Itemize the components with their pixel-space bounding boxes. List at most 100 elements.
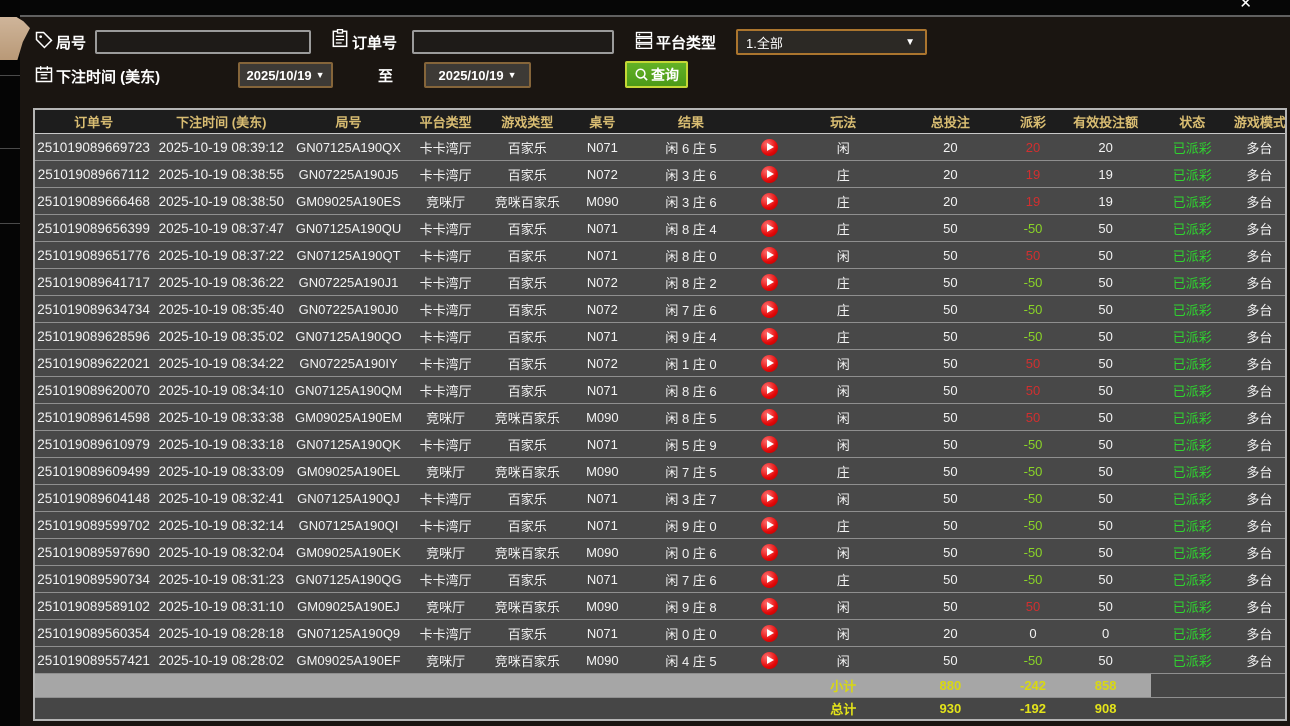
- play-video-icon[interactable]: [761, 382, 778, 399]
- play-video-icon[interactable]: [761, 490, 778, 507]
- play-video-icon[interactable]: [761, 652, 778, 669]
- query-button[interactable]: 查询: [625, 61, 688, 88]
- play-video-icon[interactable]: [761, 409, 778, 426]
- cell-total_bet: 50: [895, 215, 1005, 242]
- play-video-icon[interactable]: [761, 247, 778, 264]
- play-video-icon[interactable]: [761, 463, 778, 480]
- subtotal-spacer-right: [1151, 674, 1286, 698]
- platform-type-select[interactable]: 1.全部 ▼: [736, 29, 927, 55]
- cell-table_no: N072: [570, 296, 635, 323]
- play-video-icon[interactable]: [761, 625, 778, 642]
- play-video-icon[interactable]: [761, 193, 778, 210]
- table-body: 2510190896697232025-10-19 08:39:12GN0712…: [34, 134, 1286, 674]
- play-video-icon[interactable]: [761, 517, 778, 534]
- cell-play[interactable]: [747, 188, 791, 215]
- cell-order_no: 251019089634734: [34, 296, 152, 323]
- play-video-icon[interactable]: [761, 139, 778, 156]
- date-from-select[interactable]: 2025/10/19 ▼: [238, 62, 333, 88]
- cell-valid_bet: 19: [1061, 161, 1151, 188]
- subtotal-payout: -242: [1005, 674, 1060, 698]
- cell-order_no: 251019089628596: [34, 323, 152, 350]
- cell-result: 闲 5 庄 9: [635, 431, 747, 458]
- cell-play[interactable]: [747, 377, 791, 404]
- cell-play[interactable]: [747, 539, 791, 566]
- cell-total_bet: 50: [895, 404, 1005, 431]
- cell-play[interactable]: [747, 593, 791, 620]
- cell-play[interactable]: [747, 404, 791, 431]
- chevron-down-icon: ▼: [316, 70, 325, 80]
- cell-payout: 50: [1005, 350, 1060, 377]
- tag-icon: [34, 29, 54, 51]
- cell-bet_time: 2025-10-19 08:32:41: [152, 485, 290, 512]
- cell-table_no: N071: [570, 566, 635, 593]
- table-header-row: 订单号下注时间 (美东)局号平台类型游戏类型桌号结果玩法总投注派彩有效投注额状态…: [34, 109, 1286, 134]
- cell-play[interactable]: [747, 431, 791, 458]
- table-row: 2510190896041482025-10-19 08:32:41GN0712…: [34, 485, 1286, 512]
- cell-play[interactable]: [747, 242, 791, 269]
- play-video-icon[interactable]: [761, 166, 778, 183]
- column-header: 下注时间 (美东): [152, 109, 290, 134]
- play-video-icon[interactable]: [761, 544, 778, 561]
- records-panel: ✕ 局号 订单号 平台类型 1.全部 ▼ 下注时间 (美东) 2025/10/1…: [0, 0, 1290, 726]
- platform-type-value: 1.全部: [738, 33, 905, 52]
- play-video-icon[interactable]: [761, 355, 778, 372]
- search-icon: [634, 67, 649, 82]
- cell-play_type: 庄: [791, 323, 895, 350]
- column-header: 局号: [290, 109, 406, 134]
- date-to-value: 2025/10/19: [439, 68, 504, 83]
- cell-table_no: M090: [570, 539, 635, 566]
- cell-round_no: GN07225A190J1: [290, 269, 406, 296]
- cell-play[interactable]: [747, 323, 791, 350]
- cell-play[interactable]: [747, 620, 791, 647]
- cell-play[interactable]: [747, 566, 791, 593]
- cell-mode: 多台: [1234, 647, 1286, 674]
- cell-status: 已派彩: [1151, 323, 1234, 350]
- cell-play[interactable]: [747, 485, 791, 512]
- cell-platform: 卡卡湾厅: [407, 566, 485, 593]
- cell-play[interactable]: [747, 215, 791, 242]
- cell-mode: 多台: [1234, 458, 1286, 485]
- play-video-icon[interactable]: [761, 301, 778, 318]
- cell-order_no: 251019089609499: [34, 458, 152, 485]
- cell-mode: 多台: [1234, 593, 1286, 620]
- cell-play[interactable]: [747, 161, 791, 188]
- cell-mode: 多台: [1234, 242, 1286, 269]
- cell-play[interactable]: [747, 458, 791, 485]
- cell-result: 闲 0 庄 0: [635, 620, 747, 647]
- cell-total_bet: 20: [895, 620, 1005, 647]
- play-video-icon[interactable]: [761, 436, 778, 453]
- close-icon[interactable]: ✕: [1239, 0, 1252, 12]
- round-no-label: 局号: [56, 32, 86, 53]
- play-video-icon[interactable]: [761, 274, 778, 291]
- cell-play[interactable]: [747, 350, 791, 377]
- cell-play[interactable]: [747, 296, 791, 323]
- column-header: 桌号: [570, 109, 635, 134]
- cell-result: 闲 9 庄 8: [635, 593, 747, 620]
- cell-total_bet: 50: [895, 296, 1005, 323]
- date-to-select[interactable]: 2025/10/19 ▼: [424, 62, 531, 88]
- cell-play[interactable]: [747, 647, 791, 674]
- play-video-icon[interactable]: [761, 598, 778, 615]
- cell-table_no: N072: [570, 161, 635, 188]
- cell-play[interactable]: [747, 512, 791, 539]
- cell-result: 闲 8 庄 5: [635, 404, 747, 431]
- cell-play[interactable]: [747, 134, 791, 161]
- cell-round_no: GN07125A190QM: [290, 377, 406, 404]
- cell-table_no: M090: [570, 593, 635, 620]
- play-video-icon[interactable]: [761, 571, 778, 588]
- round-no-input[interactable]: [95, 30, 311, 54]
- cell-platform: 卡卡湾厅: [407, 134, 485, 161]
- total-total-bet: 930: [895, 698, 1005, 721]
- total-payout: -192: [1005, 698, 1060, 721]
- cell-result: 闲 6 庄 5: [635, 134, 747, 161]
- cell-order_no: 251019089597690: [34, 539, 152, 566]
- order-no-input[interactable]: [412, 30, 614, 54]
- cell-payout: -50: [1005, 566, 1060, 593]
- play-video-icon[interactable]: [761, 328, 778, 345]
- cell-payout: 0: [1005, 620, 1060, 647]
- cell-play[interactable]: [747, 269, 791, 296]
- table-row: 2510190896285962025-10-19 08:35:02GN0712…: [34, 323, 1286, 350]
- cell-game_type: 竞咪百家乐: [485, 458, 570, 485]
- play-video-icon[interactable]: [761, 220, 778, 237]
- table-row: 2510190896347342025-10-19 08:35:40GN0722…: [34, 296, 1286, 323]
